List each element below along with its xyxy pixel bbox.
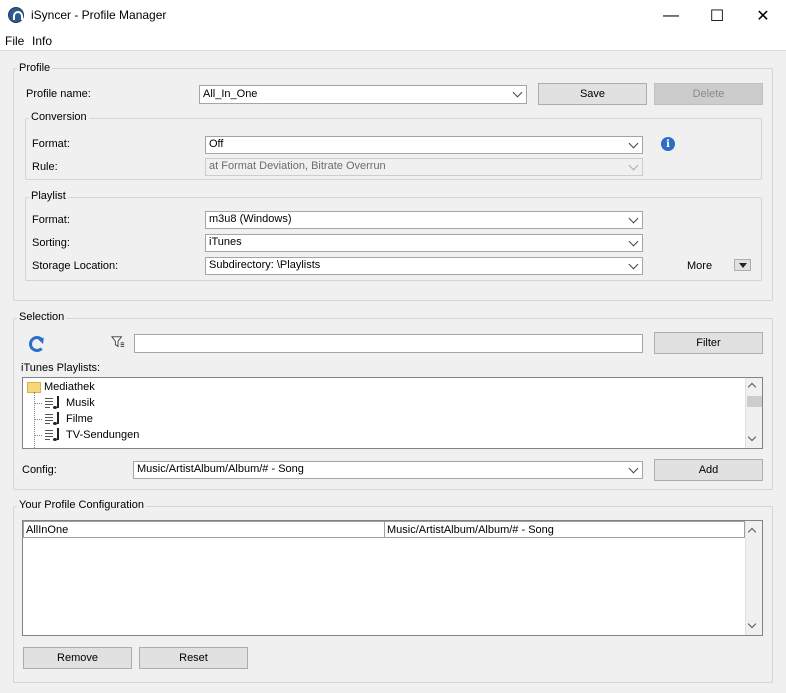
- playlist-icon: [45, 412, 61, 426]
- config-row-name: AllInOne: [26, 524, 69, 536]
- profile-name-value: All_In_One: [203, 88, 258, 100]
- playlist-group-label: Playlist: [29, 190, 68, 202]
- menu-bar: File Info: [0, 31, 786, 51]
- tree-item-musik[interactable]: Musik: [45, 395, 95, 411]
- refresh-icon[interactable]: [29, 336, 45, 352]
- chevron-down-icon: [628, 236, 639, 247]
- table-scrollbar[interactable]: [745, 521, 762, 635]
- menu-info[interactable]: Info: [32, 34, 52, 48]
- config-label: Config:: [22, 464, 57, 476]
- save-button[interactable]: Save: [538, 83, 647, 105]
- chevron-down-icon: [512, 87, 523, 98]
- filter-button[interactable]: Filter: [654, 332, 763, 354]
- close-button[interactable]: ✕: [740, 0, 786, 31]
- scroll-down-icon[interactable]: [747, 619, 757, 629]
- conversion-format-value: Off: [209, 138, 224, 150]
- scroll-up-icon[interactable]: [747, 382, 757, 392]
- tree-item-label: Filme: [66, 413, 93, 425]
- chevron-down-icon: [628, 259, 639, 270]
- scroll-up-icon[interactable]: [747, 527, 757, 537]
- tree-item-filme[interactable]: Filme: [45, 411, 93, 427]
- folder-icon: [27, 381, 41, 393]
- info-icon[interactable]: i: [661, 137, 675, 151]
- config-value: Music/ArtistAlbum/Album/# - Song: [137, 463, 304, 475]
- minimize-button[interactable]: —: [648, 0, 694, 31]
- more-label: More: [687, 260, 713, 272]
- playlist-format-value: m3u8 (Windows): [209, 213, 292, 225]
- tree-scrollbar[interactable]: [745, 378, 762, 448]
- playlist-icon: [45, 428, 61, 442]
- conversion-rule-value: at Format Deviation, Bitrate Overrun: [209, 160, 386, 172]
- config-row-path: Music/ArtistAlbum/Album/# - Song: [387, 524, 554, 536]
- itunes-playlists-label: iTunes Playlists:: [21, 362, 101, 374]
- playlist-format-label: Format:: [32, 214, 70, 226]
- storage-location-combo[interactable]: Subdirectory: \Playlists: [205, 257, 643, 275]
- maximize-icon: ☐: [709, 7, 725, 25]
- filter-input[interactable]: [134, 334, 643, 353]
- funnel-icon[interactable]: [111, 335, 125, 349]
- playlist-sorting-label: Sorting:: [32, 237, 70, 249]
- scroll-thumb[interactable]: [747, 396, 762, 407]
- profile-configuration-table[interactable]: AllInOne Music/ArtistAlbum/Album/# - Son…: [22, 520, 763, 636]
- profile-name-combo[interactable]: All_In_One: [199, 85, 527, 104]
- remove-button[interactable]: Remove: [23, 647, 132, 669]
- delete-button: Delete: [654, 83, 763, 105]
- playlist-icon: [45, 396, 61, 410]
- chevron-down-icon: [628, 160, 639, 171]
- storage-location-value: Subdirectory: \Playlists: [209, 259, 321, 271]
- maximize-button[interactable]: ☐: [694, 0, 740, 31]
- tree-item-label: Musik: [66, 397, 95, 409]
- menu-file[interactable]: File: [5, 34, 24, 48]
- playlist-sorting-value: iTunes: [209, 236, 242, 248]
- tree-item-label: Mediathek: [44, 381, 95, 393]
- conversion-format-label: Format:: [32, 138, 70, 150]
- selection-group-label: Selection: [17, 311, 67, 323]
- title-bar: iSyncer - Profile Manager — ☐ ✕: [0, 0, 786, 31]
- profile-group-label: Profile: [17, 62, 53, 74]
- conversion-format-combo[interactable]: Off: [205, 136, 643, 154]
- storage-location-label: Storage Location:: [32, 260, 119, 272]
- chevron-down-icon: [628, 213, 639, 224]
- chevron-down-icon: [628, 463, 639, 474]
- chevron-down-icon: [628, 138, 639, 149]
- app-icon: [8, 7, 24, 23]
- add-button[interactable]: Add: [654, 459, 763, 481]
- playlist-tree[interactable]: Mediathek Musik Filme TV-Sendungen: [22, 377, 763, 449]
- close-icon: ✕: [756, 7, 770, 25]
- config-combo[interactable]: Music/ArtistAlbum/Album/# - Song: [133, 461, 643, 479]
- conversion-rule-label: Rule:: [32, 161, 58, 173]
- playlist-format-combo[interactable]: m3u8 (Windows): [205, 211, 643, 229]
- reset-button[interactable]: Reset: [139, 647, 248, 669]
- conversion-rule-combo: at Format Deviation, Bitrate Overrun: [205, 158, 643, 176]
- conversion-group-label: Conversion: [29, 111, 89, 123]
- more-expand-button[interactable]: [734, 259, 751, 271]
- tree-item-label: TV-Sendungen: [66, 429, 140, 441]
- window-title: iSyncer - Profile Manager: [31, 8, 167, 22]
- tree-item-tv-sendungen[interactable]: TV-Sendungen: [45, 427, 139, 443]
- profile-name-label: Profile name:: [26, 88, 91, 100]
- table-row[interactable]: AllInOne Music/ArtistAlbum/Album/# - Son…: [23, 521, 745, 538]
- profile-configuration-group-label: Your Profile Configuration: [17, 499, 146, 511]
- playlist-sorting-combo[interactable]: iTunes: [205, 234, 643, 252]
- scroll-down-icon[interactable]: [747, 432, 757, 442]
- tree-item-mediathek[interactable]: Mediathek: [27, 379, 95, 395]
- minimize-icon: —: [663, 6, 679, 24]
